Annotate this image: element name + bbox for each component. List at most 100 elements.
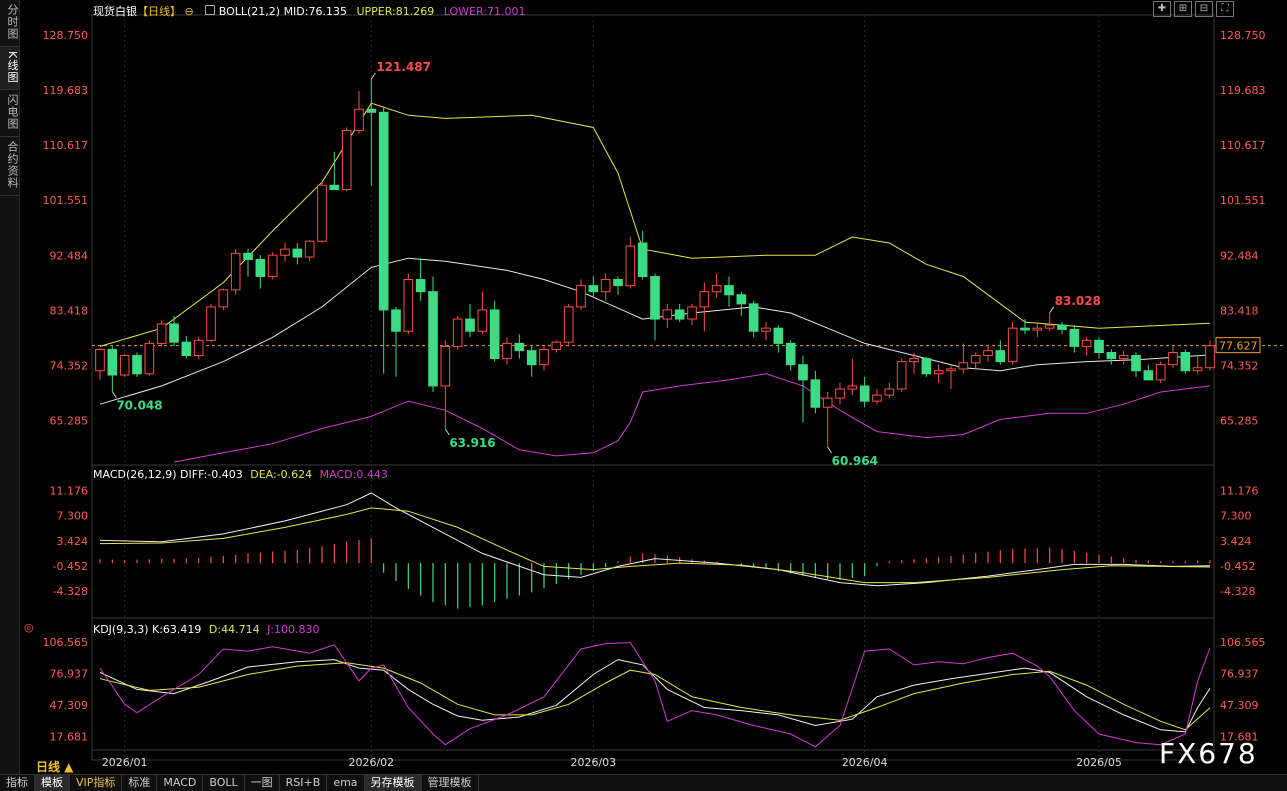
bottom-toolbar: 指标 模板 VIP指标 标准 MACD BOLL 一图 RSI+B ema 另存…	[0, 774, 1287, 791]
macd-dea-line	[99, 507, 1211, 584]
fullscreen-icon[interactable]: ⛶	[1216, 1, 1234, 17]
candle-body	[1118, 355, 1129, 360]
candle-body	[600, 279, 611, 293]
kdj-d: D:44.714	[208, 623, 260, 636]
y-tick-label-right: 92.484	[1220, 249, 1259, 262]
y-tick-label-left: 17.681	[50, 731, 89, 744]
candle-body	[724, 285, 734, 296]
y-tick-label-left: 83.418	[50, 304, 89, 317]
candle-body	[896, 361, 907, 390]
macd-diff: DIFF:-0.403	[180, 468, 243, 481]
y-tick-label-right: 3.424	[1220, 535, 1252, 548]
candle-body	[847, 385, 858, 390]
bottom-standard[interactable]: 标准	[122, 775, 158, 791]
y-tick-label-left: -4.328	[53, 585, 88, 598]
candle-body	[773, 327, 784, 344]
macd-label[interactable]: MACD(26,12,9)	[93, 468, 177, 481]
y-tick-label-right: 119.683	[1220, 84, 1266, 97]
y-tick-label-left: 128.750	[43, 29, 89, 42]
candle-body	[1032, 327, 1043, 331]
candle-body	[1069, 328, 1080, 347]
instrument-name: 现货白银	[93, 5, 137, 18]
kdj-k-line	[99, 659, 1211, 733]
candle-body	[378, 111, 389, 311]
boll-label[interactable]: BOLL(21,2)	[219, 5, 280, 18]
candle-body	[230, 252, 241, 291]
x-tick-label: 2026/05	[1076, 756, 1122, 769]
bottom-manage-template[interactable]: 管理模板	[422, 775, 479, 791]
candle-body	[613, 279, 623, 287]
bottom-ema[interactable]: ema	[327, 775, 365, 791]
candle-body	[366, 108, 377, 113]
macd-pane-header: MACD(26,12,9) DIFF:-0.403 DEA:-0.624 MAC…	[93, 468, 388, 481]
bottom-rsi[interactable]: RSI+B	[280, 775, 328, 791]
y-tick-label-right: 11.176	[1220, 485, 1259, 498]
bottom-vip-indicator[interactable]: VIP指标	[70, 775, 123, 791]
kdj-d-line	[99, 662, 1211, 731]
y-tick-label-right: 76.937	[1220, 667, 1259, 680]
candle-body	[859, 385, 870, 402]
bottom-template[interactable]: 模板	[35, 775, 70, 791]
y-tick-label-right: 74.352	[1220, 360, 1259, 373]
x-tick-label: 2026/02	[348, 756, 394, 769]
y-tick-label-right: 128.750	[1220, 29, 1266, 42]
y-tick-label-left: 74.352	[50, 360, 89, 373]
candle-body	[452, 318, 463, 347]
candle-body	[440, 345, 451, 387]
candle-body	[403, 279, 414, 332]
period-tag: 【日线】	[137, 5, 181, 18]
candle-body	[341, 130, 352, 191]
candle-body	[1131, 355, 1141, 372]
indicator-square-icon[interactable]	[205, 5, 216, 15]
candle-body	[835, 388, 845, 399]
candle-body	[983, 350, 993, 357]
crosshair-icon[interactable]: ✚	[1153, 1, 1171, 17]
kdj-j-line	[99, 642, 1211, 748]
zoom-in-icon[interactable]: ⊞	[1174, 1, 1192, 17]
candle-body	[1155, 364, 1166, 381]
kdj-k: K:63.419	[152, 623, 202, 636]
y-tick-label-left: 119.683	[43, 84, 89, 97]
y-tick-label-right: 83.418	[1220, 304, 1259, 317]
kdj-label[interactable]: KDJ(9,3,3)	[93, 623, 149, 636]
period-button[interactable]: 日线 ▲	[36, 758, 73, 775]
x-tick-label: 2026/04	[842, 756, 888, 769]
candle-body	[748, 303, 759, 332]
collapse-circle-icon[interactable]: ⊖	[185, 5, 194, 18]
candle-body	[1007, 327, 1018, 363]
chart-toolbar: ✚ ⊞ ⊟ ⛶	[1153, 1, 1234, 17]
bottom-save-template[interactable]: 另存模板	[364, 775, 422, 791]
x-tick-label: 2026/03	[570, 756, 616, 769]
candle-body	[1192, 367, 1203, 372]
bottom-one-chart[interactable]: 一图	[245, 775, 280, 791]
y-tick-label-left: 47.309	[50, 699, 89, 712]
zoom-out-icon[interactable]: ⊟	[1195, 1, 1213, 17]
candle-body	[539, 348, 549, 366]
annotation-leader	[444, 428, 450, 436]
candle-body	[946, 368, 956, 372]
y-tick-label-right: 110.617	[1220, 139, 1266, 152]
candle-body	[526, 350, 537, 366]
candle-body	[280, 248, 290, 256]
last-price-label: 77.627	[1219, 340, 1258, 353]
candle-body	[1094, 339, 1104, 353]
bottom-boll[interactable]: BOLL	[203, 775, 245, 791]
candle-body	[970, 355, 981, 364]
candle-body	[1168, 352, 1178, 366]
macd-dea: DEA:-0.624	[250, 468, 313, 481]
kdj-settings-icon[interactable]: ◎	[24, 621, 34, 634]
candle-body	[428, 291, 438, 387]
bottom-macd[interactable]: MACD	[157, 775, 204, 791]
candle-body	[465, 318, 475, 332]
candle-body	[674, 309, 685, 320]
chart-canvas[interactable]: 128.750 128.750 119.683 119.683 110.617 110.6…	[0, 0, 1287, 775]
y-tick-label-left: 7.300	[57, 510, 89, 523]
candle-body	[551, 341, 562, 350]
annotation-leader	[370, 72, 376, 80]
candle-body	[169, 323, 179, 343]
bottom-indicator[interactable]: 指标	[0, 775, 35, 791]
annotation-low: 60.964	[832, 454, 878, 468]
annotation-leader	[1049, 306, 1055, 314]
annotation-low: 63.916	[449, 436, 495, 450]
candle-body	[304, 240, 315, 258]
